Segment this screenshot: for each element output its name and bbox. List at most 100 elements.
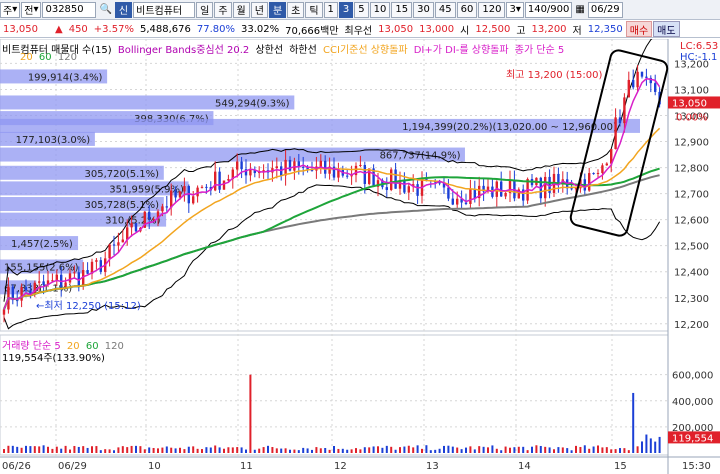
interval-15[interactable]: 15 [391, 1, 413, 18]
volume-bar [328, 449, 331, 453]
volume-profile-label: 351,959(5.9%) [109, 184, 184, 195]
volume-bar [482, 446, 485, 453]
interval-select[interactable]: 3 ▾ [506, 1, 524, 18]
candle-body [99, 260, 102, 272]
market-select[interactable]: 주 ▾ [0, 1, 21, 18]
monthly-button[interactable]: 월 [232, 1, 250, 18]
volume-bar [399, 447, 401, 453]
candle-body [174, 190, 177, 198]
stock-chart[interactable]: 13,20013,10013,00012,90012,80012,70012,6… [0, 39, 720, 474]
candle-body [451, 198, 454, 205]
candle-body [627, 79, 630, 98]
calendar-icon[interactable]: ▦ [573, 2, 586, 18]
volume-bar [319, 448, 322, 453]
candle-body [544, 176, 547, 199]
volume-bar [25, 445, 27, 453]
second-button[interactable]: 초 [287, 1, 305, 18]
volume-bar [236, 447, 239, 453]
volume-bar [517, 446, 520, 453]
candle-body [42, 281, 45, 286]
volume-bar [583, 445, 586, 453]
volume-bar [121, 446, 124, 453]
volume-bar [385, 445, 388, 453]
interval-3[interactable]: 3 [338, 1, 354, 18]
candle-body [240, 161, 243, 170]
volume-bar [500, 450, 503, 453]
interval-120[interactable]: 120 [478, 1, 506, 18]
volume-bar [152, 447, 155, 453]
code-input[interactable]: 032850 [42, 1, 97, 18]
candle-body [148, 211, 151, 220]
date-field[interactable]: 06/29 [587, 1, 623, 18]
candle-body [368, 168, 371, 184]
volume-bar [649, 438, 652, 453]
volume-bar [73, 445, 76, 453]
ask-price: 13,050 [378, 23, 414, 35]
volume-bar [29, 446, 32, 453]
interval-5[interactable]: 5 [354, 1, 369, 18]
volume-bar [60, 448, 63, 453]
candle-body [504, 192, 507, 197]
interval-1[interactable]: 1 [323, 1, 338, 18]
last-price: 13,050 [3, 23, 38, 35]
volume-bar [161, 447, 164, 453]
sell-button[interactable]: 매도 [653, 21, 680, 37]
volume-bar [614, 449, 617, 453]
volume-bar [289, 449, 291, 453]
interval-30[interactable]: 30 [413, 1, 434, 18]
chart-area[interactable]: 13,200 13,100 13,000 12,900 12,800 12,700 12,6… [0, 39, 720, 474]
candle-body [623, 97, 626, 124]
candle-body [596, 172, 600, 174]
interval-45[interactable]: 45 [434, 1, 456, 18]
legend-ma20: 20 [20, 52, 33, 63]
volume-bar [513, 447, 516, 453]
volume-bar [315, 447, 318, 453]
minute-button[interactable]: 분 [268, 1, 287, 18]
volume-bar [605, 447, 608, 453]
candle-body [288, 159, 292, 171]
count-field[interactable]: 140/900 [524, 1, 573, 18]
candle-body [601, 165, 604, 173]
volume-bar [337, 448, 340, 453]
volume-bar [174, 448, 177, 453]
weekly-button[interactable]: 주 [214, 1, 232, 18]
x-tick-label: 15 [614, 461, 627, 472]
interval-10[interactable]: 10 [369, 1, 391, 18]
legend-bb: Bollinger Bands중심선 20.2 [117, 45, 250, 56]
search-icon[interactable]: 🔍 [97, 2, 113, 18]
candle-body [95, 260, 98, 262]
buy-button[interactable]: 매수 [625, 21, 653, 37]
price-tick-label: 12,200 [674, 320, 709, 331]
volume-bar [359, 449, 362, 453]
volume-bar [82, 446, 85, 453]
candle-body [407, 186, 410, 193]
candle-body [319, 160, 322, 167]
volume-bar [425, 445, 428, 453]
volume-bar [240, 447, 243, 453]
open-label: 시 [460, 25, 470, 37]
trade-value: 70,666백만 [285, 25, 339, 37]
volume-bar [465, 447, 467, 453]
new-badge[interactable]: 신 [114, 1, 133, 18]
volume-bar [473, 449, 476, 453]
volume-bar [522, 446, 525, 453]
legend-bb-lower: 하한선 [289, 45, 317, 56]
low-annotation: ←최저 12,250 (15:12) [36, 301, 141, 312]
interval-60[interactable]: 60 [456, 1, 478, 18]
tick-button[interactable]: 틱 [305, 1, 323, 18]
volume-bar [394, 449, 397, 453]
volume-bar [460, 449, 463, 453]
volume-bar [438, 448, 441, 453]
volume-bar [381, 447, 384, 453]
volume-bar [280, 448, 283, 453]
volume-profile-label: 310,(5.2%) [105, 216, 161, 227]
volume-bar [143, 449, 146, 453]
volume-bar [566, 448, 569, 453]
last-volume-tag-label: 119,554 [672, 433, 713, 444]
volume-bar [16, 446, 19, 453]
period-select[interactable]: 전 ▾ [21, 1, 42, 18]
volume-bar [117, 447, 120, 453]
daily-button[interactable]: 일 [196, 1, 214, 18]
yearly-button[interactable]: 년 [250, 1, 268, 18]
total-volume: 5,488,676 [139, 23, 191, 35]
